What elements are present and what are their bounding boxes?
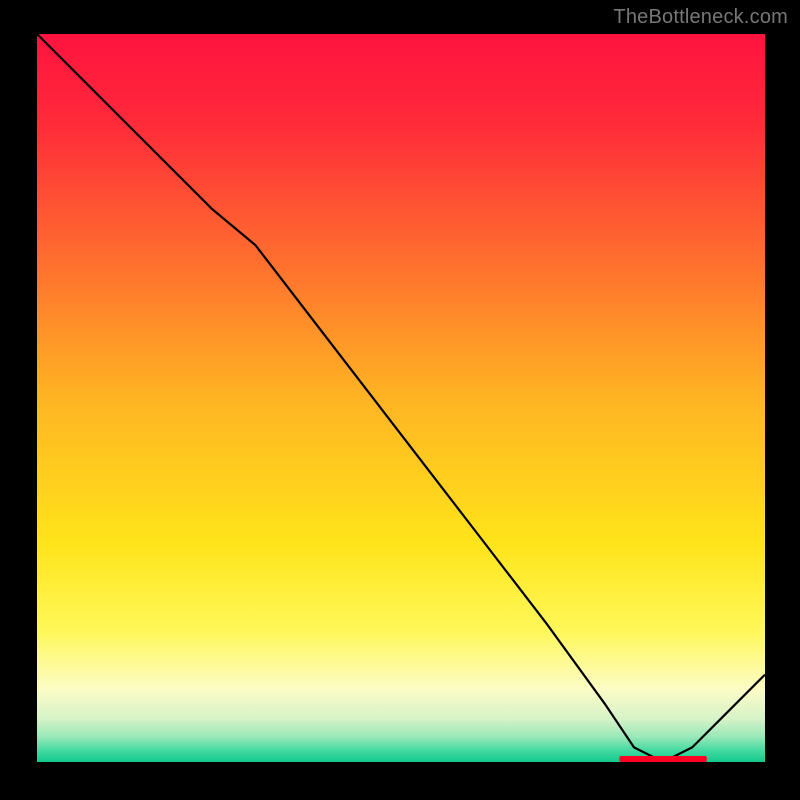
trough-marker xyxy=(619,756,706,762)
plot-area xyxy=(37,34,765,762)
plot-svg xyxy=(37,34,765,762)
watermark-text: TheBottleneck.com xyxy=(613,6,788,29)
chart-stage: TheBottleneck.com xyxy=(0,0,800,800)
